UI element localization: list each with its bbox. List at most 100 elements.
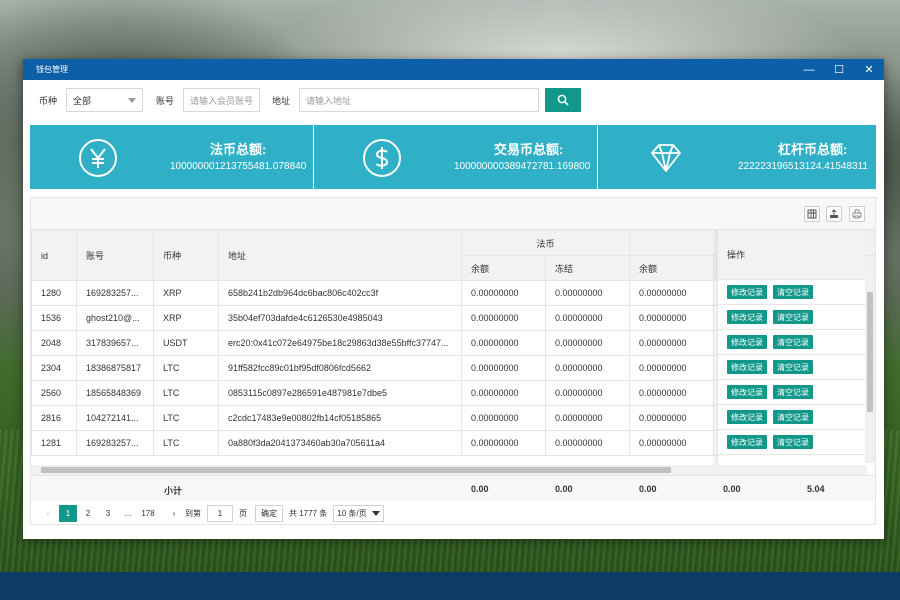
cell-currency: LTC — [153, 355, 219, 381]
address-label: 地址 — [272, 95, 291, 106]
leverage-total-value: 222223196513124.41548311 — [738, 161, 868, 172]
prev-page-button[interactable]: ‹ — [39, 505, 57, 522]
summary-cards: 法币总额: 100000001213755481.078840 交易币总额: 1… — [30, 125, 876, 189]
cell-address: 91ff582fcc89c01bf95df0806fcd5662 — [218, 355, 462, 381]
subtotal-value: 0.00 — [639, 484, 657, 494]
col-account[interactable]: 账号 — [76, 230, 154, 281]
cell-account: 18386875817 — [76, 355, 154, 381]
subtotal-label: 小计 — [164, 486, 183, 496]
cell-currency: LTC — [153, 405, 219, 431]
search-icon — [557, 94, 569, 106]
clear-record-button[interactable]: 清空记录 — [773, 385, 813, 399]
horizontal-scroll-thumb[interactable] — [41, 467, 671, 473]
total-count: 共 1777 条 — [289, 509, 328, 518]
clear-record-button[interactable]: 清空记录 — [773, 435, 813, 449]
page-2[interactable]: 2 — [79, 505, 97, 522]
page-size-value: 10 条/页 — [337, 509, 367, 518]
clear-record-button[interactable]: 清空记录 — [773, 360, 813, 374]
filter-bar: 币种 全部 账号 请输入会员账号 地址 请输入地址 — [23, 87, 884, 113]
cell-fiat-balance: 0.00000000 — [461, 305, 546, 331]
cell-currency: LTC — [153, 380, 219, 406]
cell-id: 2048 — [31, 330, 77, 356]
goto-confirm-button[interactable]: 确定 — [255, 505, 283, 522]
trade-total-card: 交易币总额: 100000000389472781.169800 — [314, 125, 597, 189]
edit-record-button[interactable]: 修改记录 — [727, 410, 767, 424]
address-input[interactable]: 请输入地址 — [299, 88, 539, 112]
leverage-total-card: 杠杆币总额: 222223196513124.41548311 — [598, 125, 876, 189]
cell-id: 1281 — [31, 430, 77, 456]
page-3[interactable]: 3 — [99, 505, 117, 522]
clear-record-button[interactable]: 清空记录 — [773, 410, 813, 424]
account-label: 账号 — [156, 95, 175, 106]
fiat-total-title: 法币总额: — [210, 142, 267, 157]
taskbar — [0, 572, 900, 600]
col-fiat-frozen[interactable]: 冻结 — [544, 255, 631, 281]
cell-account: 104272141... — [76, 405, 154, 431]
account-input[interactable]: 请输入会员账号 — [183, 88, 260, 112]
edit-record-button[interactable]: 修改记录 — [727, 285, 767, 299]
edit-record-button[interactable]: 修改记录 — [727, 360, 767, 374]
fiat-total-value: 100000001213755481.078840 — [170, 161, 307, 172]
cell-fiat-frozen: 0.00000000 — [544, 355, 631, 381]
trade-total-value: 100000000389472781.169800 — [454, 161, 591, 172]
vertical-scrollbar[interactable] — [865, 280, 875, 463]
cell-currency: XRP — [153, 280, 219, 306]
cell-address: c2cdc17483e9e00802fb14cf05185865 — [218, 405, 462, 431]
cell-flash-balance: 0.00000000 — [629, 405, 715, 431]
cell-account: ghost210@... — [76, 305, 154, 331]
clear-record-button[interactable]: 清空记录 — [773, 310, 813, 324]
horizontal-scrollbar[interactable] — [31, 465, 867, 475]
edit-record-button[interactable]: 修改记录 — [727, 385, 767, 399]
edit-record-button[interactable]: 修改记录 — [727, 335, 767, 349]
currency-label: 币种 — [39, 95, 58, 106]
col-group-fiat: 法币 — [460, 230, 631, 256]
col-address[interactable]: 地址 — [218, 230, 462, 281]
col-ops: 操作 — [718, 230, 865, 280]
window-title: 钱包管理 — [36, 65, 68, 74]
currency-select[interactable]: 全部 — [66, 88, 143, 112]
clear-record-button[interactable]: 清空记录 — [773, 285, 813, 299]
goto-label: 到第 — [185, 509, 201, 518]
ops-row: 修改记录 清空记录 — [718, 355, 865, 380]
cell-currency: LTC — [153, 430, 219, 456]
next-page-button[interactable]: › — [165, 505, 183, 522]
search-button[interactable] — [545, 88, 581, 112]
page-1[interactable]: 1 — [59, 505, 77, 522]
page-unit-label: 页 — [239, 509, 247, 518]
maximize-button[interactable]: ☐ — [824, 59, 854, 80]
cell-fiat-balance: 0.00000000 — [461, 280, 546, 306]
col-fiat-balance[interactable]: 余额 — [461, 255, 546, 281]
minimize-button[interactable]: — — [794, 59, 824, 80]
export-button[interactable] — [826, 206, 842, 222]
edit-record-button[interactable]: 修改记录 — [727, 310, 767, 324]
wallet-management-window: 钱包管理 — ☐ ✕ 币种 全部 账号 请输入会员账号 地址 请输入地址 法币总… — [23, 59, 884, 539]
col-id[interactable]: id — [31, 230, 77, 281]
cell-flash-balance: 0.00000000 — [629, 305, 715, 331]
clear-record-button[interactable]: 清空记录 — [773, 335, 813, 349]
col-flash-balance[interactable]: 余额 — [629, 255, 715, 281]
trade-total-title: 交易币总额: — [494, 142, 564, 157]
cell-fiat-frozen: 0.00000000 — [544, 430, 631, 456]
cell-address: 658b241b2db964dc6bac806c402cc3f — [218, 280, 462, 306]
cell-flash-balance: 0.00000000 — [629, 280, 715, 306]
subtotal-value: 0.00 — [555, 484, 573, 494]
goto-page-input[interactable]: 1 — [207, 505, 233, 522]
columns-filter-button[interactable] — [804, 206, 820, 222]
cell-fiat-balance: 0.00000000 — [461, 355, 546, 381]
close-button[interactable]: ✕ — [854, 59, 884, 80]
print-button[interactable] — [849, 206, 865, 222]
ops-row: 修改记录 清空记录 — [718, 305, 865, 330]
page-178[interactable]: 178 — [139, 505, 157, 522]
cell-fiat-balance: 0.00000000 — [461, 330, 546, 356]
pagination: ‹ 1 2 3 … 178 › 到第 1 页 确定 共 1777 条 10 条/… — [31, 501, 875, 526]
vertical-scroll-thumb[interactable] — [867, 292, 873, 412]
cell-flash-balance: 0.00000000 — [629, 355, 715, 381]
export-icon — [830, 209, 838, 218]
ops-row: 修改记录 清空记录 — [718, 405, 865, 430]
print-icon — [852, 209, 862, 219]
edit-record-button[interactable]: 修改记录 — [727, 435, 767, 449]
col-currency[interactable]: 币种 — [153, 230, 219, 281]
cell-id: 2816 — [31, 405, 77, 431]
page-size-select[interactable]: 10 条/页 — [333, 505, 384, 522]
subtotal-value: 0.00 — [471, 484, 489, 494]
